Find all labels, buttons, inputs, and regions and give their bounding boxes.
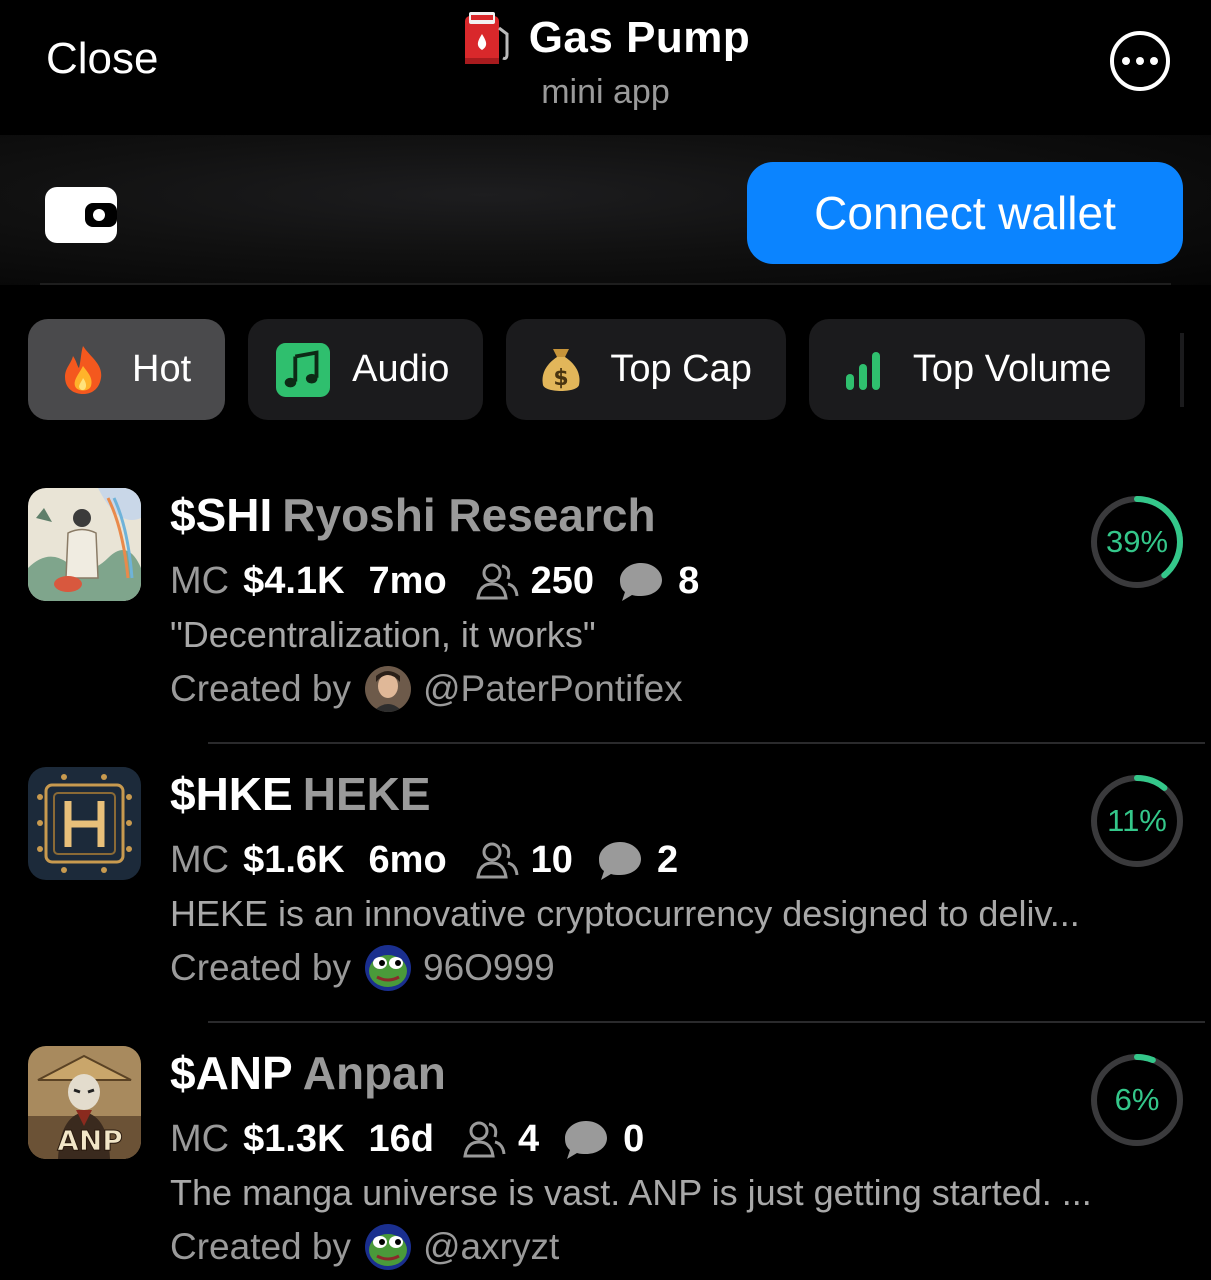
holders-icon: [463, 1121, 506, 1157]
token-thumbnail: [28, 767, 141, 880]
token-age: 16d: [368, 1118, 434, 1160]
tab-top-cap[interactable]: $ Top Cap: [506, 319, 786, 420]
fuel-pump-icon: [464, 12, 509, 64]
comment-icon: [620, 562, 663, 601]
tab-label: Top Cap: [610, 348, 752, 390]
connect-wallet-button[interactable]: Connect wallet: [747, 162, 1183, 264]
wallet-icon[interactable]: [45, 187, 117, 243]
fire-icon: [56, 343, 110, 397]
comment-icon: [565, 1120, 608, 1159]
next-tab-peek[interactable]: [1180, 333, 1184, 407]
token-row[interactable]: $SHI Ryoshi Research MC $4.1K 7mo 250 8 "…: [0, 478, 1211, 738]
wallet-bar: Connect wallet: [0, 135, 1211, 285]
divider: [208, 1021, 1205, 1023]
thumbnail-text: ANP: [57, 1124, 123, 1157]
holders-count: 4: [518, 1118, 540, 1160]
created-by-label: Created by: [170, 947, 351, 988]
comments-count: 2: [656, 839, 679, 881]
tab-hot[interactable]: Hot: [28, 319, 226, 420]
market-cap-label: MC: [170, 1118, 230, 1160]
creator-avatar[interactable]: [365, 1224, 411, 1270]
category-tabs: Hot Audio $ Top Cap Top Volume: [28, 319, 1146, 420]
divider: [208, 742, 1205, 744]
token-thumbnail: ANP: [28, 1046, 141, 1159]
app-subtitle: mini app: [541, 73, 670, 111]
token-ticker: $SHI: [170, 489, 273, 541]
token-name: Ryoshi Research: [282, 489, 656, 541]
creator-handle[interactable]: 96O999: [423, 947, 555, 989]
more-options-button[interactable]: [1110, 31, 1170, 91]
holders-icon: [475, 563, 519, 599]
creator-avatar[interactable]: [365, 945, 411, 991]
token-name: Anpan: [302, 1047, 446, 1099]
token-description: "Decentralization, it works": [170, 614, 596, 655]
bar-chart-icon: [837, 343, 891, 397]
progress-percent: 11%: [1107, 803, 1167, 838]
top-bar: Close Gas Pump mini app: [0, 0, 1211, 130]
progress-percent: 39%: [1105, 524, 1169, 559]
dot-icon: [1150, 57, 1158, 65]
holders-count: 250: [530, 560, 595, 602]
comment-icon: [598, 841, 641, 880]
token-row[interactable]: ANP $ANP Anpan MC $1.3K 16d 4 0 The manga…: [0, 1036, 1211, 1280]
market-cap-label: MC: [170, 560, 230, 602]
token-name-row: $SHI Ryoshi Research: [170, 488, 656, 542]
token-ticker: $HKE: [170, 768, 293, 820]
tab-label: Hot: [132, 348, 192, 390]
creator-row: Created by 96O999: [170, 945, 555, 991]
creator-handle[interactable]: @axryzt: [423, 1226, 559, 1268]
comments-count: 0: [623, 1118, 645, 1160]
money-bag-icon: $: [534, 343, 588, 397]
created-by-label: Created by: [170, 1226, 351, 1267]
title-block: Gas Pump mini app: [0, 10, 1211, 112]
token-row[interactable]: $HKE HEKE MC $1.6K 6mo 10 2 HEKE is an in…: [0, 757, 1211, 1017]
token-name: HEKE: [302, 768, 431, 820]
token-name-row: $ANP Anpan: [170, 1046, 446, 1100]
dot-icon: [1122, 57, 1130, 65]
token-ticker: $ANP: [170, 1047, 293, 1099]
progress-percent: 6%: [1114, 1082, 1160, 1117]
tab-label: Audio: [352, 348, 450, 390]
token-stats: MC $1.3K 16d 4 0: [170, 1118, 644, 1161]
svg-text:$: $: [554, 366, 569, 391]
creator-avatar[interactable]: [365, 666, 411, 712]
market-cap-label: MC: [170, 839, 230, 881]
tab-label: Top Volume: [912, 348, 1112, 390]
created-by-label: Created by: [170, 668, 351, 709]
holders-icon: [475, 842, 519, 878]
creator-row: Created by @PaterPontifex: [170, 666, 683, 712]
holders-count: 10: [530, 839, 573, 881]
token-description: The manga universe is vast. ANP is just …: [170, 1172, 1092, 1213]
token-age: 7mo: [368, 560, 447, 602]
token-age: 6mo: [368, 839, 447, 881]
dot-icon: [1136, 57, 1144, 65]
market-cap-value: $4.1K: [243, 560, 345, 602]
market-cap-value: $1.3K: [243, 1118, 345, 1160]
comments-count: 8: [678, 560, 700, 602]
app-title: Gas Pump: [528, 13, 751, 62]
token-description: HEKE is an innovative cryptocurrency des…: [170, 893, 1080, 934]
token-thumbnail: [28, 488, 141, 601]
music-note-icon: [276, 342, 331, 397]
tab-audio[interactable]: Audio: [248, 319, 484, 420]
tab-top-volume[interactable]: Top Volume: [808, 319, 1146, 420]
token-stats: MC $1.6K 6mo 10 2: [170, 839, 678, 882]
token-name-row: $HKE HEKE: [170, 767, 431, 821]
market-cap-value: $1.6K: [243, 839, 345, 881]
token-stats: MC $4.1K 7mo 250 8: [170, 560, 699, 603]
creator-handle[interactable]: @PaterPontifex: [423, 668, 683, 710]
creator-row: Created by @axryzt: [170, 1224, 559, 1270]
